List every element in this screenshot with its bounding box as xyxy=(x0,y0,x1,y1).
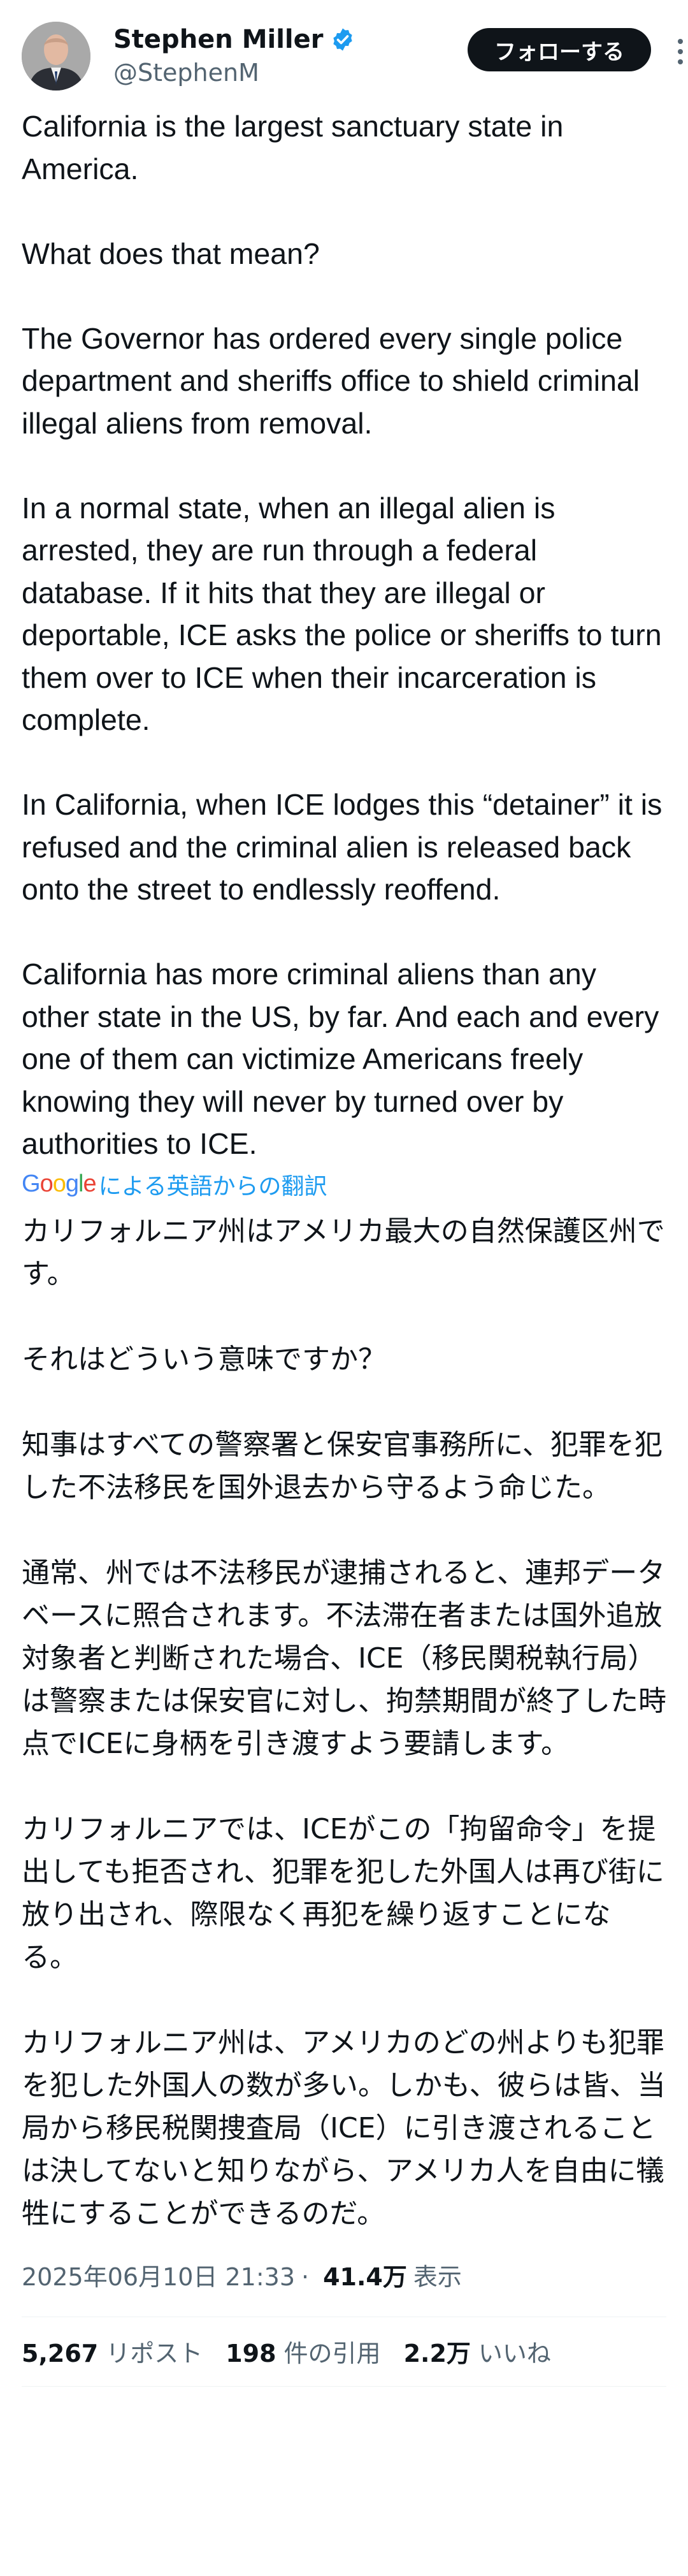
author-info[interactable]: Stephen Miller @StephenM xyxy=(113,23,355,88)
quote-count[interactable]: 198 件の引用 xyxy=(226,2334,380,2369)
tweet-header: Stephen Miller @StephenM フォローする xyxy=(22,0,683,105)
display-name[interactable]: Stephen Miller xyxy=(113,23,324,56)
view-count: 41.4万 xyxy=(323,2262,407,2291)
repost-count-label: リポスト xyxy=(106,2340,203,2368)
author-handle[interactable]: @StephenM xyxy=(113,57,355,88)
engagement-stats: 5,267 リポスト 198 件の引用 2.2万 いいね xyxy=(22,2317,666,2386)
repost-count-value: 5,267 xyxy=(22,2340,99,2368)
tweet-translated-text: カリフォルニア州はアメリカ最大の自然保護区州です。 それはどういう意味ですか？ … xyxy=(22,1214,666,2230)
quote-count-label: 件の引用 xyxy=(283,2340,381,2368)
divider-bottom xyxy=(22,2385,666,2387)
more-vertical-icon[interactable] xyxy=(674,36,687,68)
follow-button[interactable]: フォローする xyxy=(468,28,651,71)
like-count-label: いいね xyxy=(478,2340,551,2368)
tweet-meta: 2025年06月10日 21:33 · 41.4万 表示 xyxy=(22,2260,666,2294)
meta-separator: · xyxy=(301,2262,310,2291)
quote-count-value: 198 xyxy=(226,2340,276,2368)
display-name-row: Stephen Miller xyxy=(113,23,355,56)
tweet-original-text: California is the largest sanctuary stat… xyxy=(22,110,663,1160)
verified-badge-icon xyxy=(333,28,352,51)
view-count-label: 表示 xyxy=(413,2262,462,2291)
google-logo: Google xyxy=(22,1170,97,1197)
tweet-timestamp[interactable]: 2025年06月10日 21:33 xyxy=(22,2260,295,2294)
avatar[interactable] xyxy=(22,22,90,91)
like-count-value: 2.2万 xyxy=(403,2340,471,2368)
like-count[interactable]: 2.2万 いいね xyxy=(404,2334,551,2369)
avatar-image xyxy=(22,22,90,91)
translation-credit-label: による英語からの翻訳 xyxy=(98,1173,327,1200)
translation-credit-link[interactable]: Google による英語からの翻訳 xyxy=(22,1168,666,1201)
tweet-page: Stephen Miller @StephenM フォローする Californ… xyxy=(0,0,688,2576)
repost-count[interactable]: 5,267 リポスト xyxy=(22,2334,203,2369)
